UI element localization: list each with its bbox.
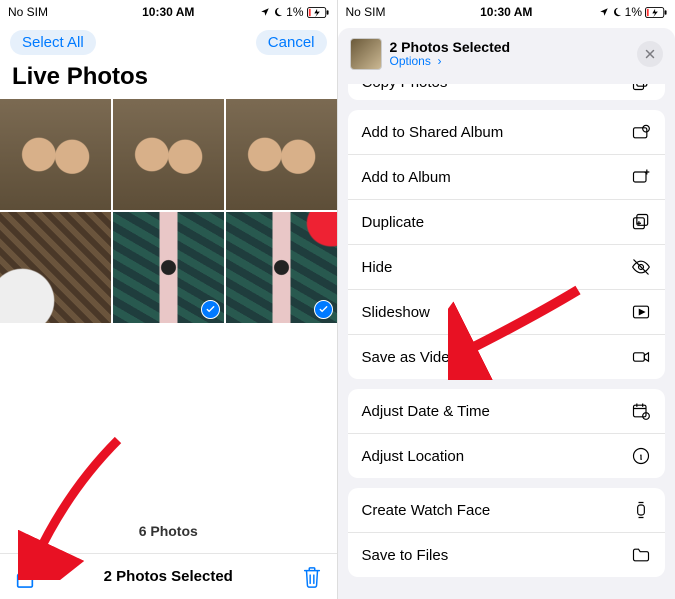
share-button[interactable] (14, 564, 36, 590)
share-options-button[interactable]: Options › (390, 55, 630, 68)
action-create-watch-face[interactable]: Create Watch Face (348, 488, 666, 533)
photo-thumbnail[interactable] (0, 99, 111, 210)
info-circle-icon (631, 446, 651, 466)
battery-icon (307, 7, 329, 18)
action-duplicate[interactable]: Duplicate (348, 200, 666, 245)
action-hide[interactable]: Hide (348, 245, 666, 290)
action-add-album[interactable]: Add to Album (348, 155, 666, 200)
selection-toolbar: Select All Cancel (0, 24, 337, 59)
copy-icon (631, 84, 651, 92)
cancel-button[interactable]: Cancel (256, 30, 327, 55)
calendar-clock-icon (631, 401, 651, 421)
share-sheet: 2 Photos Selected Options › Copy Photos (338, 28, 675, 599)
clock-label: 10:30 AM (480, 5, 532, 19)
status-right: 1% (260, 5, 328, 19)
action-save-to-files[interactable]: Save to Files (348, 533, 666, 577)
photo-grid (0, 99, 337, 323)
album-plus-icon (631, 167, 651, 187)
status-right: 1% (599, 5, 667, 19)
select-all-button[interactable]: Select All (10, 30, 96, 55)
folder-icon (631, 545, 651, 565)
carrier-label: No SIM (346, 5, 386, 19)
share-sheet-header: 2 Photos Selected Options › (338, 28, 675, 78)
action-group: Create Watch Face Save to Files (348, 488, 666, 577)
action-group: Copy Photos (348, 84, 666, 100)
clock-label: 10:30 AM (142, 5, 194, 19)
share-header-text: 2 Photos Selected Options › (390, 40, 630, 69)
action-group: Add to Shared Album Add to Album Duplica… (348, 110, 666, 379)
phone-screen-sharesheet: No SIM 10:30 AM 1% 2 Photos Selected Opt… (338, 0, 675, 599)
bottom-toolbar: 2 Photos Selected (0, 553, 337, 599)
watch-icon (631, 500, 651, 520)
delete-button[interactable] (301, 565, 323, 589)
battery-percent: 1% (625, 5, 642, 19)
duplicate-icon (631, 212, 651, 232)
photo-thumbnail[interactable] (226, 99, 337, 210)
status-bar: No SIM 10:30 AM 1% (0, 0, 337, 24)
phone-screen-photos: No SIM 10:30 AM 1% Select All Cancel Liv… (0, 0, 338, 599)
play-rect-icon (631, 302, 651, 322)
photo-count-label: 6 Photos (0, 523, 337, 539)
video-camera-icon (631, 347, 651, 367)
page-title: Live Photos (0, 59, 337, 99)
location-icon (599, 7, 609, 17)
chevron-right-icon: › (434, 54, 441, 68)
photo-thumbnail[interactable] (113, 212, 224, 323)
share-thumbnail (350, 38, 382, 70)
moon-icon (273, 7, 283, 17)
photo-thumbnail[interactable] (113, 99, 224, 210)
photo-thumbnail[interactable] (226, 212, 337, 323)
action-group: Adjust Date & Time Adjust Location (348, 389, 666, 478)
close-button[interactable] (637, 41, 663, 67)
share-title: 2 Photos Selected (390, 40, 630, 55)
battery-icon (645, 7, 667, 18)
selected-count-label: 2 Photos Selected (104, 568, 233, 585)
action-add-shared-album[interactable]: Add to Shared Album (348, 110, 666, 155)
photo-thumbnail[interactable] (0, 212, 111, 323)
selection-check-icon (314, 300, 333, 319)
carrier-label: No SIM (8, 5, 48, 19)
action-slideshow[interactable]: Slideshow (348, 290, 666, 335)
shared-album-icon (631, 122, 651, 142)
moon-icon (612, 7, 622, 17)
battery-percent: 1% (286, 5, 303, 19)
share-actions-scroll[interactable]: Copy Photos Add to Shared Album Add to A… (338, 84, 675, 599)
action-copy-photos[interactable]: Copy Photos (348, 84, 666, 100)
action-adjust-location[interactable]: Adjust Location (348, 434, 666, 478)
status-bar: No SIM 10:30 AM 1% (338, 0, 675, 24)
action-save-as-video[interactable]: Save as Video (348, 335, 666, 379)
location-icon (260, 7, 270, 17)
action-adjust-date-time[interactable]: Adjust Date & Time (348, 389, 666, 434)
eye-slash-icon (631, 257, 651, 277)
selection-check-icon (201, 300, 220, 319)
